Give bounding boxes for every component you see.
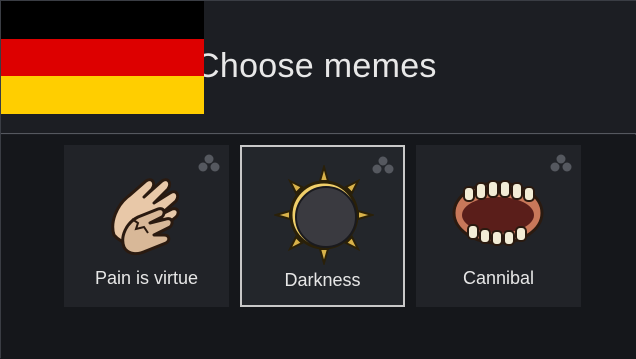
german-flag-overlay <box>1 1 204 115</box>
meme-group-icon <box>198 154 220 172</box>
meme-card-pain-is-virtue[interactable]: Pain is virtue <box>64 145 229 307</box>
flag-band-gold <box>1 76 204 115</box>
meme-label: Darkness <box>284 270 361 290</box>
dialog-title: Choose memes <box>195 47 437 85</box>
open-mouth-teeth-icon <box>452 180 544 246</box>
clapping-hands-icon <box>111 178 180 256</box>
meme-card-darkness[interactable]: Darkness <box>240 145 405 307</box>
flag-band-black <box>1 1 204 39</box>
meme-label: Cannibal <box>462 268 535 288</box>
meme-card-cannibal[interactable]: Cannibal <box>416 145 581 307</box>
meme-grid: Pain is virtue Darkness Cannibal <box>1 135 636 359</box>
meme-label: Pain is virtue <box>94 268 199 288</box>
meme-group-icon <box>550 154 572 172</box>
meme-group-icon <box>372 156 394 174</box>
choose-memes-dialog: Choose memes Pain is virtue Darkness Can… <box>0 0 636 359</box>
flag-band-red <box>1 38 204 77</box>
eclipse-icon <box>274 165 374 265</box>
